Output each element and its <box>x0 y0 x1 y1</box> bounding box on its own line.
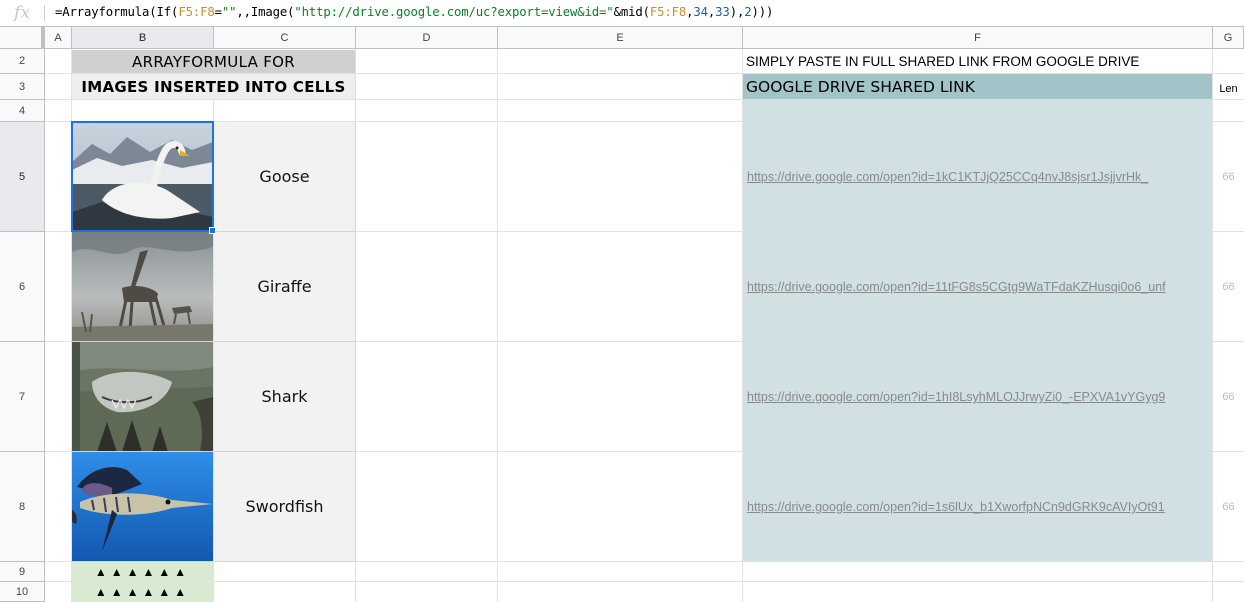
shared-link-cell[interactable]: https://drive.google.com/open?id=1s6lUx_… <box>743 452 1212 562</box>
column-header-g[interactable]: G <box>1213 27 1244 49</box>
sheet-title-line2[interactable]: IMAGES INSERTED INTO CELLS <box>72 74 355 99</box>
row-header-4[interactable]: 4 <box>0 100 45 122</box>
column-header-d[interactable]: D <box>356 27 498 49</box>
column-header-f[interactable]: F <box>743 27 1213 49</box>
image-cell[interactable] <box>72 122 213 232</box>
goose-photo-icon <box>72 122 213 231</box>
formula-bar[interactable]: fx =Arrayformula(If(F5:F8="",,Image("htt… <box>0 0 1244 27</box>
triangle-marker-row[interactable]: ▲▲▲▲▲▲ <box>72 562 213 581</box>
column-header-b[interactable]: B <box>72 27 214 49</box>
formula-token: "" <box>221 5 237 19</box>
animal-name-cell[interactable]: Shark <box>214 342 356 452</box>
animal-name-cell[interactable]: Giraffe <box>214 232 356 342</box>
formula-token: = <box>214 5 222 19</box>
shared-link-cell[interactable]: https://drive.google.com/open?id=1hI8Lsy… <box>743 342 1212 452</box>
column-header-c[interactable]: C <box>214 27 356 49</box>
gridline <box>497 49 498 602</box>
formula-token: &mid( <box>613 5 650 19</box>
sheet-title-line1[interactable]: ARRAYFORMULA FOR <box>72 50 355 73</box>
formula-token: "http://drive.google.com/uc?export=view&… <box>294 5 614 19</box>
row-header-5[interactable]: 5 <box>0 122 45 232</box>
len-column-header[interactable]: Len <box>1213 78 1244 100</box>
select-all-corner[interactable] <box>0 27 45 49</box>
animal-name-cell[interactable]: Goose <box>214 122 356 232</box>
formula-token: =Arrayformula(If( <box>55 5 179 19</box>
link-column-header[interactable]: GOOGLE DRIVE SHARED LINK <box>743 74 1212 99</box>
column-header-a[interactable]: A <box>45 27 72 49</box>
gridline <box>45 581 1244 582</box>
image-cell[interactable] <box>72 342 213 452</box>
shark-photo-icon <box>72 342 213 451</box>
formula-token: ), <box>729 5 745 19</box>
row-header-3[interactable]: 3 <box>0 74 45 100</box>
row-header-2[interactable]: 2 <box>0 49 45 74</box>
formula-input[interactable]: =Arrayformula(If(F5:F8="",,Image("http:/… <box>55 5 773 19</box>
formula-token: ,,Image( <box>236 5 295 19</box>
formula-token: ))) <box>751 5 774 19</box>
row-header-10[interactable]: 10 <box>0 582 45 602</box>
image-cell[interactable] <box>72 452 213 562</box>
swordfish-photo-icon <box>72 452 213 561</box>
formula-token: F5:F8 <box>649 5 687 19</box>
formula-token: F5:F8 <box>178 5 215 19</box>
row-header-6[interactable]: 6 <box>0 232 45 342</box>
row-header-8[interactable]: 8 <box>0 452 45 562</box>
image-cell[interactable] <box>72 232 213 342</box>
len-value-cell[interactable]: 66 <box>1213 342 1244 452</box>
row-header-7[interactable]: 7 <box>0 342 45 452</box>
column-header-e[interactable]: E <box>498 27 743 49</box>
function-icon: fx <box>14 3 30 23</box>
animal-name-cell[interactable]: Swordfish <box>214 452 356 562</box>
instructions-text[interactable]: SIMPLY PASTE IN FULL SHARED LINK FROM GO… <box>746 50 1212 73</box>
len-value-cell[interactable]: 66 <box>1213 232 1244 342</box>
giraffe-photo-icon <box>72 232 213 341</box>
row-header-9[interactable]: 9 <box>0 562 45 582</box>
len-value-cell[interactable]: 66 <box>1213 122 1244 232</box>
len-value-cell[interactable]: 66 <box>1213 452 1244 562</box>
fill-handle[interactable] <box>209 227 216 234</box>
formula-token: 34 <box>693 5 708 19</box>
shared-link-cell[interactable]: https://drive.google.com/open?id=11tFG8s… <box>743 232 1212 342</box>
formula-token: 33 <box>715 5 730 19</box>
triangle-marker-row[interactable]: ▲▲▲▲▲▲ <box>72 582 213 602</box>
formula-bar-divider <box>44 5 45 21</box>
shared-link-cell[interactable]: https://drive.google.com/open?id=1kC1KTJ… <box>743 122 1212 232</box>
